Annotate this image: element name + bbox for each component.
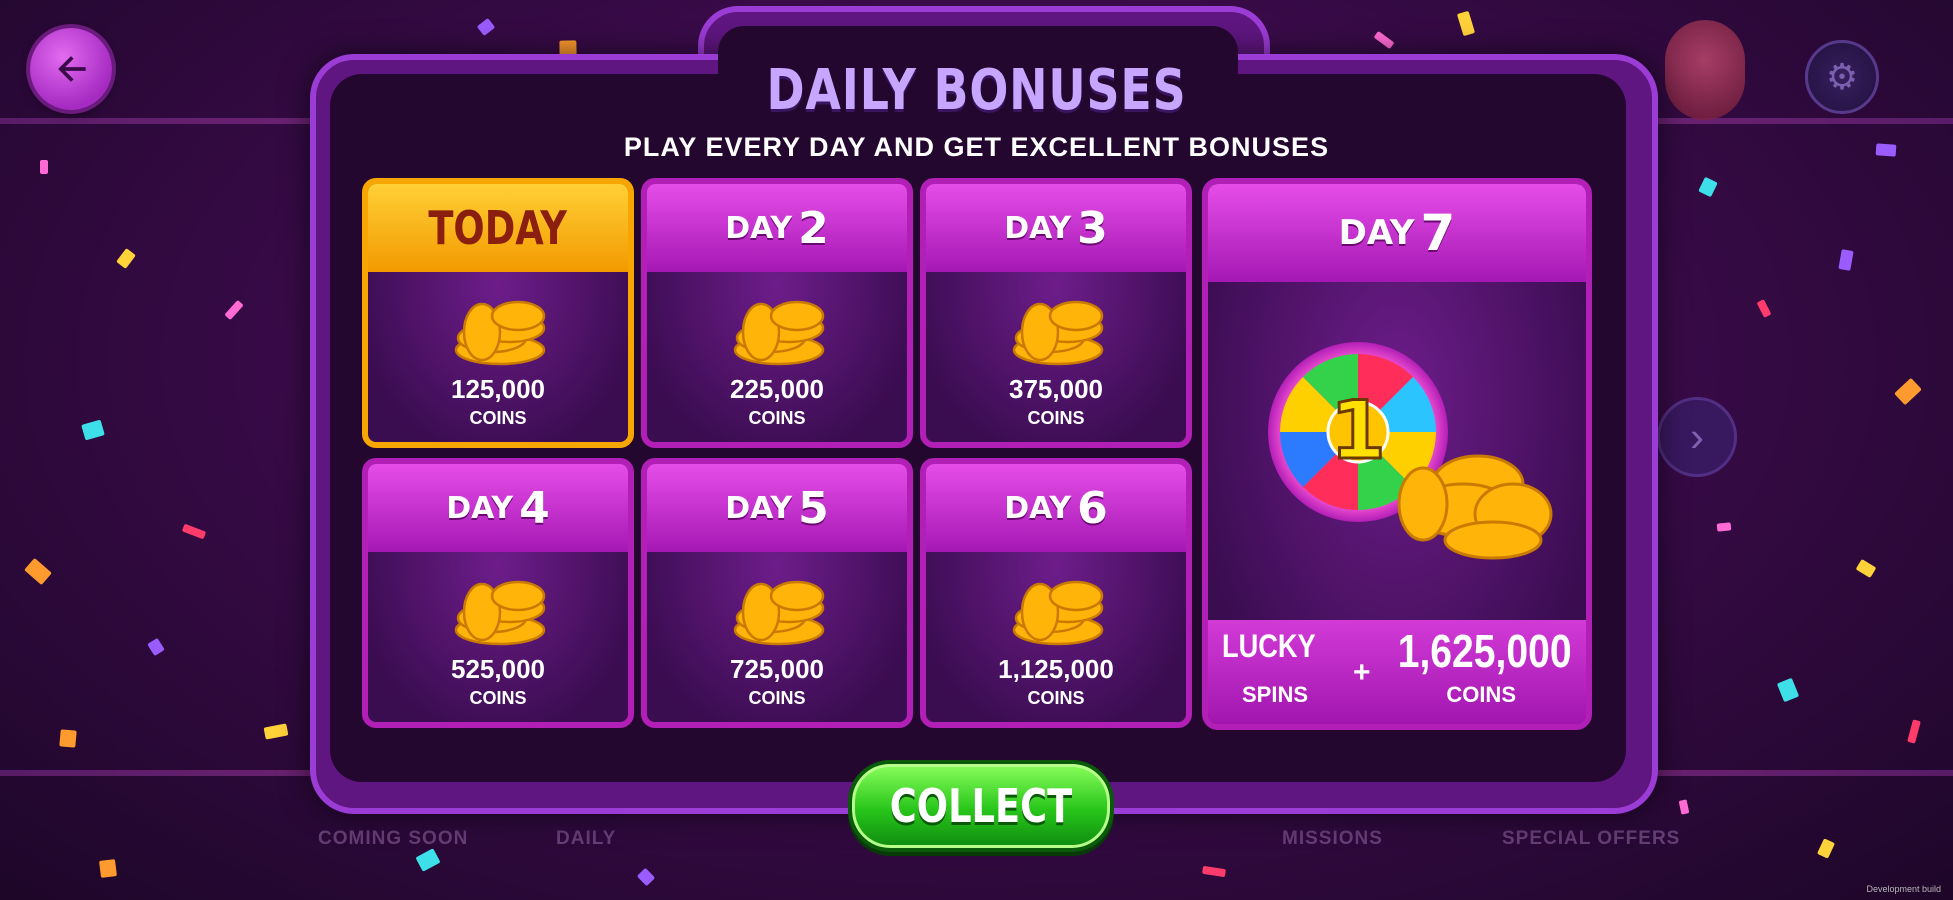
confetti-piece [1894,377,1922,406]
day7-reward-bar: LUCKY SPINS + 1,625,000 COINS [1208,620,1586,724]
confetti-piece [476,17,496,37]
next-button[interactable]: › [1657,397,1737,477]
reward-amount: 1,125,000 [998,654,1114,684]
coin-stack-icon [1012,580,1104,646]
confetti-piece [147,637,165,657]
day-number: 6 [1077,482,1108,534]
wheel-number: 1 [1330,384,1386,477]
confetti-piece [1698,176,1718,198]
day-number: 3 [1077,202,1108,254]
day-card-header: DAY 5 [647,464,907,552]
day-card-3[interactable]: DAY 3 375,000 COINS [920,178,1192,448]
day-number: 2 [798,202,829,254]
reward-amount: 225,000 [730,374,824,404]
day-label: DAY [1338,213,1415,253]
prize-wheel-icon: 1 [1268,342,1553,560]
confetti-piece [1838,249,1854,271]
day-label: DAY [725,490,793,526]
settings-button[interactable]: ⚙ [1805,40,1879,114]
confetti-piece [1776,677,1800,703]
nav-missions[interactable]: MISSIONS [1282,828,1383,850]
reward-amount: 525,000 [451,654,545,684]
day-card-today[interactable]: TODAY 125,000 COINS [362,178,634,448]
confetti-piece [1907,719,1921,744]
coin-stack-icon [733,300,825,366]
day-number: 7 [1420,204,1456,262]
day-card-header: DAY 3 [926,184,1186,272]
collect-label: COLLECT [889,779,1073,833]
collect-button[interactable]: COLLECT [848,760,1114,852]
confetti-piece [181,523,207,540]
day-card-header: DAY 7 [1208,184,1586,282]
reward-unit: COINS [1027,688,1085,708]
confetti-piece [116,248,136,269]
reward-amount: 375,000 [1009,374,1103,404]
coin-stack-icon [454,580,546,646]
reward-unit: COINS [748,408,806,428]
confetti-piece [24,557,52,586]
confetti-piece [415,848,441,872]
day-number: 4 [519,482,550,534]
confetti-piece [1678,799,1690,815]
day-card-2[interactable]: DAY 2 225,000 COINS [641,178,913,448]
confetti-piece [1456,10,1476,37]
spins-label: SPINS [1242,682,1309,707]
watermark: Development build [1866,884,1941,894]
coin-stack-icon [733,580,825,646]
reward-unit: COINS [748,688,806,708]
lucky-label: LUCKY [1222,628,1316,664]
day-card-header: DAY 6 [926,464,1186,552]
reward-unit: COINS [1027,408,1085,428]
arrow-left-icon [58,56,86,82]
nav-special-offers[interactable]: SPECIAL OFFERS [1502,828,1680,850]
plus-sign: + [1353,656,1371,689]
confetti-piece [1855,558,1877,579]
reward-unit: COINS [469,408,527,428]
page-subtitle: PLAY EVERY DAY AND GET EXCELLENT BONUSES [623,132,1330,162]
coin-stack-icon [1012,300,1104,366]
confetti-piece [59,729,77,748]
day-label: DAY [1004,490,1072,526]
confetti-piece [81,419,105,441]
confetti-piece [1202,865,1226,878]
chevron-right-icon: › [1690,413,1704,460]
day-card-5[interactable]: DAY 5 725,000 COINS [641,458,913,728]
reward-amount: 1,625,000 [1398,625,1572,677]
confetti-piece [263,723,289,740]
day-card-4[interactable]: DAY 4 525,000 COINS [362,458,634,728]
reward-amount: 725,000 [730,654,824,684]
day-card-6[interactable]: DAY 6 1,125,000 COINS [920,458,1192,728]
day-number: 5 [798,482,829,534]
confetti-piece [1373,30,1395,50]
reward-unit: COINS [469,688,527,708]
confetti-piece [99,859,117,878]
gear-icon: ⚙ [1825,56,1859,97]
back-button[interactable] [30,28,112,110]
confetti-piece [1716,522,1732,532]
page-title: DAILY BONUSES [766,58,1187,123]
day-label: TODAY [428,201,568,255]
day-card-header: DAY 2 [647,184,907,272]
confetti-piece [1756,299,1772,318]
coin-stack-icon [454,300,546,366]
reward-unit: COINS [1446,682,1516,707]
day-card-header: DAY 4 [368,464,628,552]
confetti-piece [1816,838,1836,859]
nav-coming-soon[interactable]: COMING SOON [318,828,468,850]
day-label: DAY [725,210,793,246]
day-label: DAY [446,490,514,526]
nav-daily[interactable]: DAILY [556,828,616,850]
day-card-7[interactable]: DAY 7 1 LUCKY SPINS + 1,625,000 COINS [1202,178,1592,730]
reward-amount: 125,000 [451,374,545,404]
day-label: DAY [1004,210,1072,246]
confetti-piece [224,299,244,321]
day-card-header: TODAY [368,184,628,272]
confetti-piece [636,867,656,887]
